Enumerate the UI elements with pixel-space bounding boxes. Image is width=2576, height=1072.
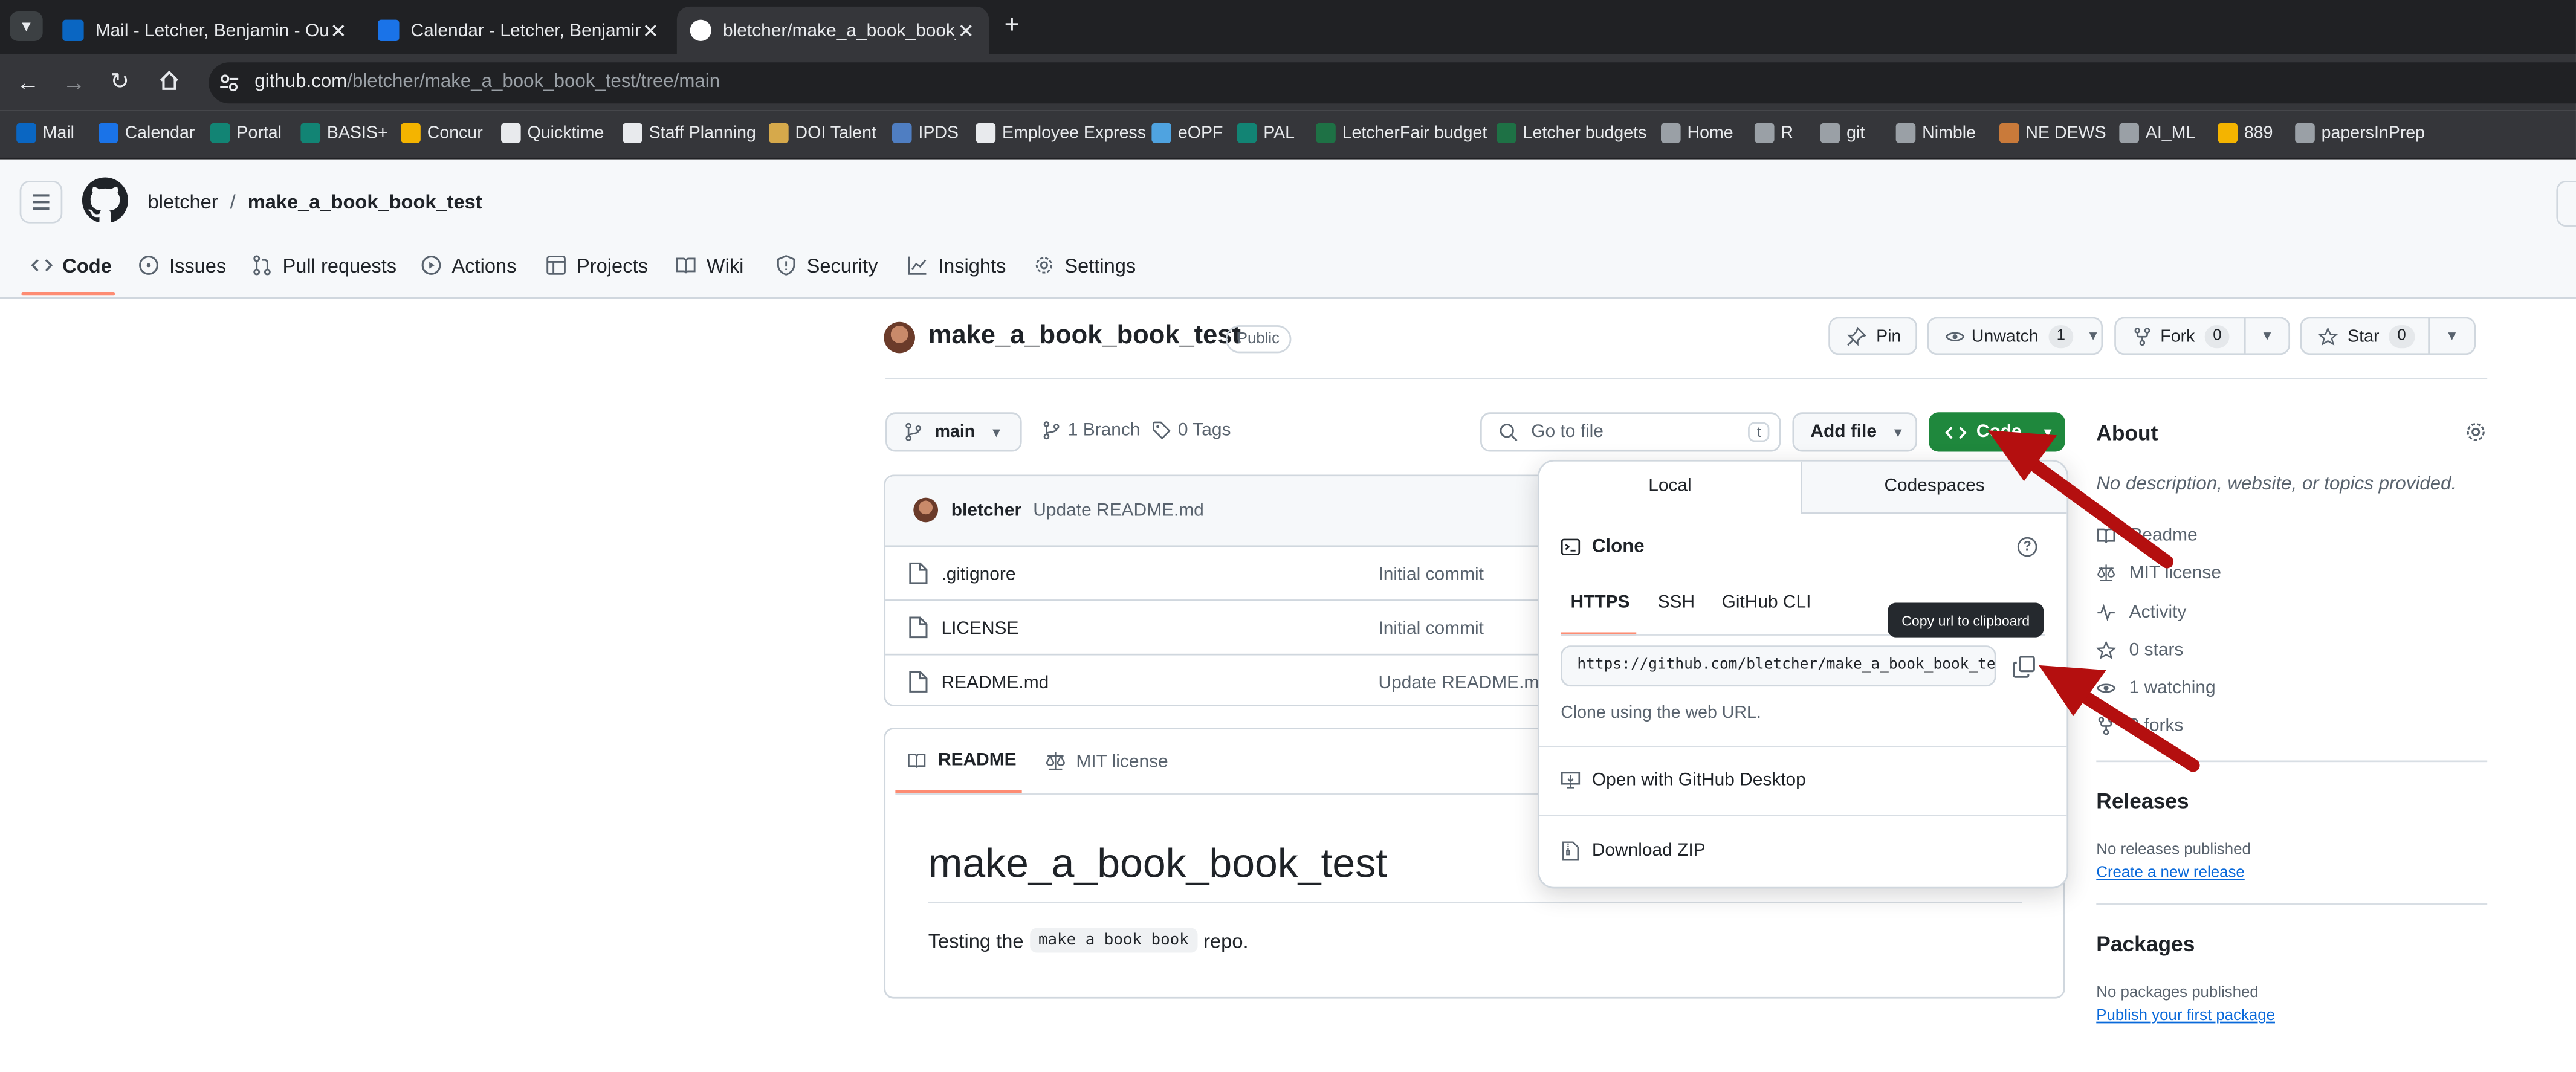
arrow-to-code-button bbox=[1987, 430, 2174, 569]
annotation-arrows bbox=[1987, 430, 2200, 772]
arrow-to-copy-button bbox=[2039, 665, 2200, 772]
